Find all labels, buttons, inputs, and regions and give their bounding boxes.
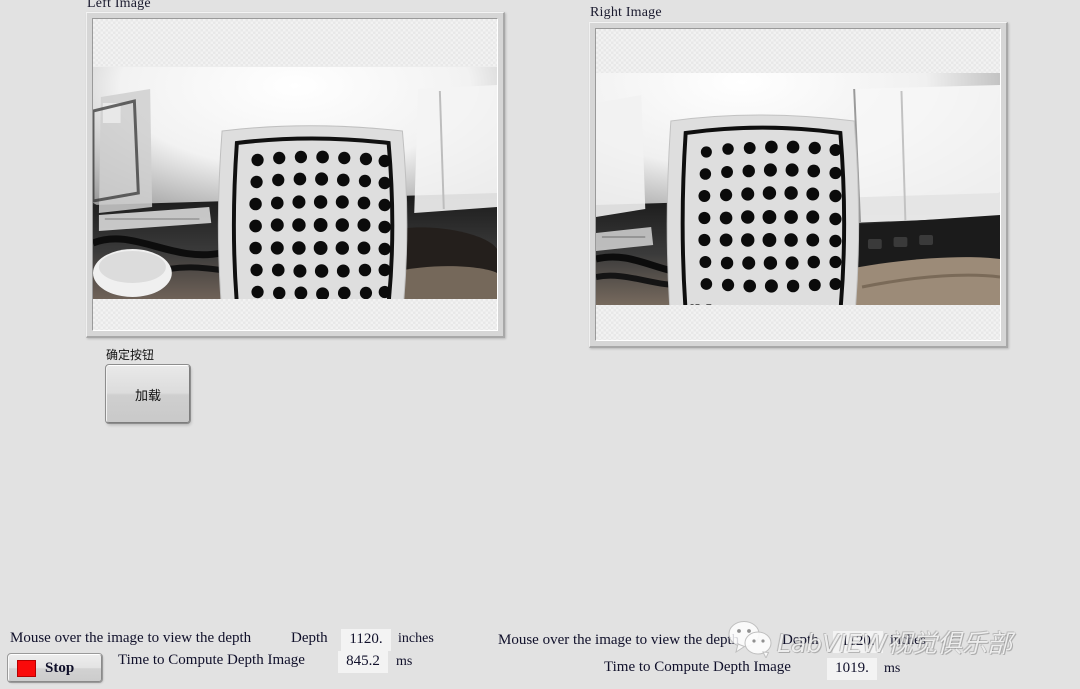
left-time-label: Time to Compute Depth Image — [118, 652, 305, 668]
stop-button-label: Stop — [45, 659, 75, 676]
left-time-value[interactable]: 845.2 — [338, 651, 388, 673]
left-image-canvas[interactable] — [92, 18, 498, 331]
left-time-unit: ms — [396, 654, 413, 669]
left-camera-photo — [93, 67, 497, 299]
right-time-label: Time to Compute Depth Image — [604, 659, 791, 675]
left-depth-value[interactable]: 1120. — [341, 629, 391, 651]
left-depth-hint: Mouse over the image to view the depth — [10, 630, 252, 646]
left-image-panel[interactable] — [86, 12, 505, 338]
right-camera-photo — [596, 73, 1000, 305]
stop-button[interactable]: Stop — [7, 653, 103, 683]
left-depth-unit: inches — [398, 631, 434, 646]
left-depth-label: Depth — [291, 630, 328, 646]
right-time-value[interactable]: 1019. — [827, 658, 877, 680]
right-depth-unit: inches — [890, 633, 926, 648]
right-image-label: Right Image — [590, 5, 662, 20]
load-button-caption: 确定按钮 — [106, 348, 155, 362]
right-depth-value[interactable]: 1120. — [833, 631, 883, 653]
left-image-label: Left Image — [87, 0, 151, 11]
right-time-unit: ms — [884, 661, 901, 676]
right-depth-label: Depth — [782, 632, 819, 648]
right-image-canvas[interactable] — [595, 28, 1001, 341]
right-image-panel[interactable] — [589, 22, 1008, 348]
stop-led-indicator — [17, 659, 36, 677]
right-depth-hint: Mouse over the image to view the depth — [498, 632, 740, 648]
load-button-label: 加载 — [134, 388, 161, 404]
load-button[interactable]: 加载 — [105, 364, 191, 424]
